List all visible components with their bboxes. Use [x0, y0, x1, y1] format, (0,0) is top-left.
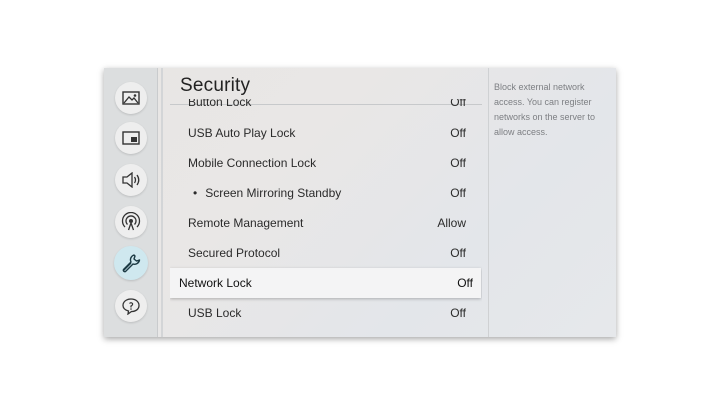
setting-label: USB Lock [188, 306, 242, 320]
setting-row-secured-protocol[interactable]: Secured Protocol Off [170, 238, 482, 268]
setting-label: Network Lock [179, 276, 252, 290]
sidebar-item-display[interactable] [115, 122, 147, 154]
support-icon [121, 297, 141, 315]
setting-label: Secured Protocol [188, 246, 281, 260]
page-title: Security [180, 75, 251, 96]
setting-row-button-lock[interactable]: Button Lock Off [170, 99, 482, 117]
display-mode-icon [122, 131, 140, 145]
setting-row-network-lock[interactable]: Network Lock Off [170, 268, 481, 298]
settings-panel: Security Button Lock Off USB Auto Play L… [104, 68, 616, 337]
setting-value: Allow [437, 216, 466, 230]
setting-label: Button Lock [188, 99, 252, 109]
setting-value: Off [450, 306, 466, 320]
setting-value: Off [450, 246, 466, 260]
setting-value: Off [450, 186, 466, 200]
help-description: Block external network access. You can r… [494, 82, 596, 137]
bullet: • [193, 186, 198, 200]
setting-value: Off [450, 99, 466, 109]
setting-value: Off [450, 156, 466, 170]
setting-row-usb-auto-play-lock[interactable]: USB Auto Play Lock Off [170, 118, 482, 148]
sidebar-item-general[interactable] [114, 246, 148, 280]
help-divider [488, 68, 489, 337]
broadcast-icon [121, 212, 141, 232]
setting-row-screen-mirroring-standby[interactable]: • Screen Mirroring Standby Off [170, 178, 482, 208]
sidebar-item-picture[interactable] [115, 82, 147, 114]
wrench-icon [120, 252, 142, 274]
sidebar-item-broadcast[interactable] [115, 206, 147, 238]
sidebar-item-sound[interactable] [115, 164, 147, 196]
sidebar [104, 68, 158, 337]
setting-label: Screen Mirroring Standby [205, 186, 342, 200]
sidebar-item-support[interactable] [115, 290, 147, 322]
setting-value: Off [450, 126, 466, 140]
picture-icon [122, 91, 140, 105]
sound-icon [121, 172, 141, 188]
setting-label: Remote Management [188, 216, 304, 230]
setting-row-remote-management[interactable]: Remote Management Allow [170, 208, 482, 238]
setting-row-mobile-connection-lock[interactable]: Mobile Connection Lock Off [170, 148, 482, 178]
settings-list: Button Lock Off USB Auto Play Lock Off M… [170, 99, 482, 337]
setting-value: Off [457, 276, 473, 290]
setting-row-usb-lock[interactable]: USB Lock Off [170, 298, 482, 328]
sidebar-divider [161, 68, 163, 337]
setting-label: Mobile Connection Lock [188, 156, 317, 170]
setting-label: USB Auto Play Lock [188, 126, 296, 140]
